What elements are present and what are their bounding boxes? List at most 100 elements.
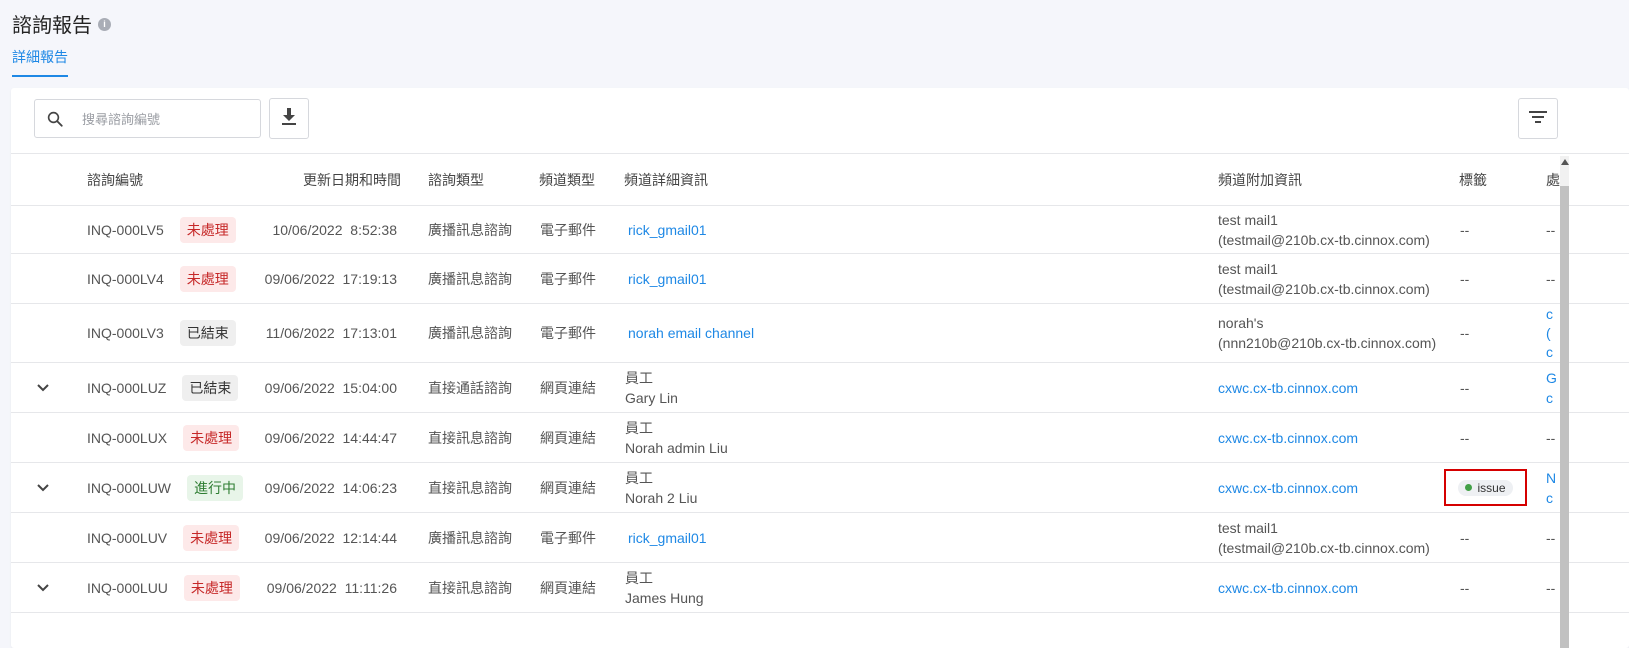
inquiry-type: 直接訊息諮詢 (428, 429, 512, 446)
channel-detail-name: Norah 2 Liu (625, 489, 698, 506)
channel-extra-link[interactable]: cxwc.cx-tb.cinnox.com (1218, 563, 1358, 612)
inquiry-type: 廣播訊息諮詢 (428, 221, 512, 238)
handler-text[interactable]: N (1546, 468, 1556, 488)
table-row[interactable]: INQ-000LV3 已結束 11/06/2022 17:13:01 廣播訊息諮詢 電子… (11, 304, 1629, 363)
col-tags[interactable]: 標籤 (1459, 154, 1487, 206)
download-icon (281, 108, 297, 129)
search-box[interactable]: 搜尋諮詢編號 (34, 99, 261, 138)
page-title: 諮詢報告 (12, 14, 92, 37)
col-inquiry-type[interactable]: 諮詢類型 (428, 154, 484, 206)
channel-extra-link[interactable]: cxwc.cx-tb.cinnox.com (1218, 413, 1358, 462)
inquiry-type: 直接通話諮詢 (428, 379, 512, 396)
inquiry-id[interactable]: INQ-000LUX (87, 430, 167, 446)
table-row[interactable]: INQ-000LUX 未處理 09/06/2022 14:44:47 直接訊息諮詢 網頁… (11, 413, 1629, 463)
handler-text[interactable]: G (1546, 368, 1557, 388)
col-updated-datetime[interactable]: 更新日期和時間 (303, 154, 401, 206)
channel-detail: 員工 James Hung (625, 563, 704, 612)
filter-icon (1529, 110, 1547, 127)
channel-extra-name: test mail1 (1218, 519, 1278, 536)
handler-cell: -- (1546, 579, 1556, 596)
handler-cell[interactable]: Nc (1546, 463, 1558, 512)
col-inquiry-id[interactable]: 諮詢編號 (87, 154, 143, 206)
channel-extra: test mail1 (testmail@210b.cx-tb.cinnox.co… (1218, 254, 1430, 303)
channel-detail-name: James Hung (625, 589, 704, 606)
search-input[interactable]: 搜尋諮詢編號 (82, 109, 160, 128)
inquiry-id-cell: INQ-000LUV 未處理 (87, 513, 240, 562)
tag-cell: -- (1460, 221, 1470, 238)
download-button[interactable] (269, 98, 309, 139)
channel-extra-email: (testmail@210b.cx-tb.cinnox.com) (1218, 231, 1430, 248)
inquiry-type: 廣播訊息諮詢 (428, 325, 512, 341)
inquiry-id[interactable]: INQ-000LUU (87, 580, 168, 596)
channel-detail-link[interactable]: norah email channel (628, 304, 754, 362)
inquiry-id[interactable]: INQ-000LUW (87, 480, 171, 496)
updated-datetime: 09/06/2022 15:04:00 (264, 379, 397, 396)
channel-detail-role: 員工 (625, 569, 653, 586)
channel-detail-link[interactable]: rick_gmail01 (628, 513, 707, 562)
updated-datetime: 09/06/2022 14:06:23 (264, 479, 397, 496)
inquiry-id-cell: INQ-000LUZ 已結束 (87, 363, 239, 412)
scroll-up-icon[interactable] (1560, 156, 1569, 168)
channel-detail: 員工 Norah admin Liu (625, 413, 728, 462)
tag-cell: -- (1460, 270, 1470, 287)
handler-cell[interactable]: Gc (1546, 363, 1558, 412)
inquiry-id-cell: INQ-000LV5 未處理 (87, 206, 236, 253)
col-channel-type[interactable]: 頻道類型 (539, 154, 595, 206)
chevron-down-icon[interactable] (33, 363, 53, 412)
filter-button[interactable] (1518, 98, 1558, 139)
chevron-down-icon[interactable] (33, 463, 53, 512)
tag-chip[interactable]: issue (1458, 479, 1513, 496)
channel-detail-role: 員工 (625, 419, 653, 436)
inquiry-type: 直接訊息諮詢 (428, 579, 512, 596)
info-icon[interactable]: i (98, 17, 111, 31)
channel-type: 網頁連結 (540, 479, 596, 496)
inquiry-id[interactable]: INQ-000LV5 (87, 222, 164, 238)
status-badge: 已結束 (182, 374, 239, 401)
col-channel-extra[interactable]: 頻道附加資訊 (1218, 154, 1302, 206)
channel-extra: test mail1 (testmail@210b.cx-tb.cinnox.co… (1218, 206, 1430, 253)
chevron-down-icon[interactable] (33, 563, 53, 612)
col-channel-detail[interactable]: 頻道詳細資訊 (624, 154, 708, 206)
handler-text[interactable]: c (1546, 305, 1553, 324)
channel-detail-link[interactable]: rick_gmail01 (628, 206, 707, 253)
channel-extra-link[interactable]: cxwc.cx-tb.cinnox.com (1218, 363, 1358, 412)
handler-cell: -- (1546, 270, 1556, 287)
channel-extra: norah's (nnn210b@210b.cx-tb.cinnox.com) (1218, 304, 1436, 362)
inquiry-id[interactable]: INQ-000LV4 (87, 271, 164, 287)
search-icon (35, 110, 75, 128)
inquiry-id-cell: INQ-000LUX 未處理 (87, 413, 240, 462)
channel-extra-name: test mail1 (1218, 260, 1278, 277)
handler-cell: -- (1546, 221, 1556, 238)
inquiry-id[interactable]: INQ-000LUZ (87, 380, 166, 396)
report-card: 搜尋諮詢編號 諮詢編號 更新日期和時間 諮詢類型 頻道類型 頻道詳細資訊 頻道附… (11, 88, 1629, 648)
handler-text[interactable]: c (1546, 343, 1553, 362)
tag-cell: -- (1460, 325, 1470, 341)
channel-extra-link[interactable]: cxwc.cx-tb.cinnox.com (1218, 463, 1358, 512)
tab-detail-report[interactable]: 詳細報告 (12, 47, 68, 77)
status-badge: 未處理 (179, 265, 236, 292)
table-row[interactable]: INQ-000LV5 未處理 10/06/2022 8:52:38 廣播訊息諮詢 電子郵… (11, 206, 1629, 254)
table-row[interactable]: INQ-000LUU 未處理 09/06/2022 11:11:26 直接訊息諮詢 網頁… (11, 563, 1629, 613)
table-row[interactable]: INQ-000LUV 未處理 09/06/2022 12:14:44 廣播訊息諮詢 電子… (11, 513, 1629, 563)
inquiry-id-cell: INQ-000LUW 進行中 (87, 463, 244, 512)
status-badge: 未處理 (183, 574, 240, 601)
table-row[interactable]: INQ-000LUW 進行中 09/06/2022 14:06:23 直接訊息諮詢 網頁… (11, 463, 1629, 513)
tag-cell: -- (1460, 529, 1470, 546)
inquiry-id-cell: INQ-000LV4 未處理 (87, 254, 236, 303)
inquiry-id[interactable]: INQ-000LV3 (87, 325, 164, 341)
scrollbar-thumb[interactable] (1560, 186, 1569, 648)
table-row[interactable]: INQ-000LV4 未處理 09/06/2022 17:19:13 廣播訊息諮詢 電子… (11, 254, 1629, 304)
handler-text[interactable]: c (1546, 488, 1553, 508)
status-badge: 已結束 (179, 320, 236, 346)
status-badge: 未處理 (183, 424, 240, 451)
handler-text[interactable]: c (1546, 388, 1553, 408)
handler-text[interactable]: ( (1546, 324, 1551, 343)
table-row[interactable]: INQ-000LUZ 已結束 09/06/2022 15:04:00 直接通話諮詢 網頁… (11, 363, 1629, 413)
handler-cell[interactable]: c(c (1546, 304, 1558, 362)
inquiry-id-cell: INQ-000LUU 未處理 (87, 563, 240, 612)
inquiry-id[interactable]: INQ-000LUV (87, 530, 167, 546)
channel-detail-role: 員工 (625, 469, 653, 486)
channel-extra-name: norah's (1218, 315, 1264, 331)
channel-detail-link[interactable]: rick_gmail01 (628, 254, 707, 303)
col-handler[interactable]: 處 (1546, 154, 1560, 206)
